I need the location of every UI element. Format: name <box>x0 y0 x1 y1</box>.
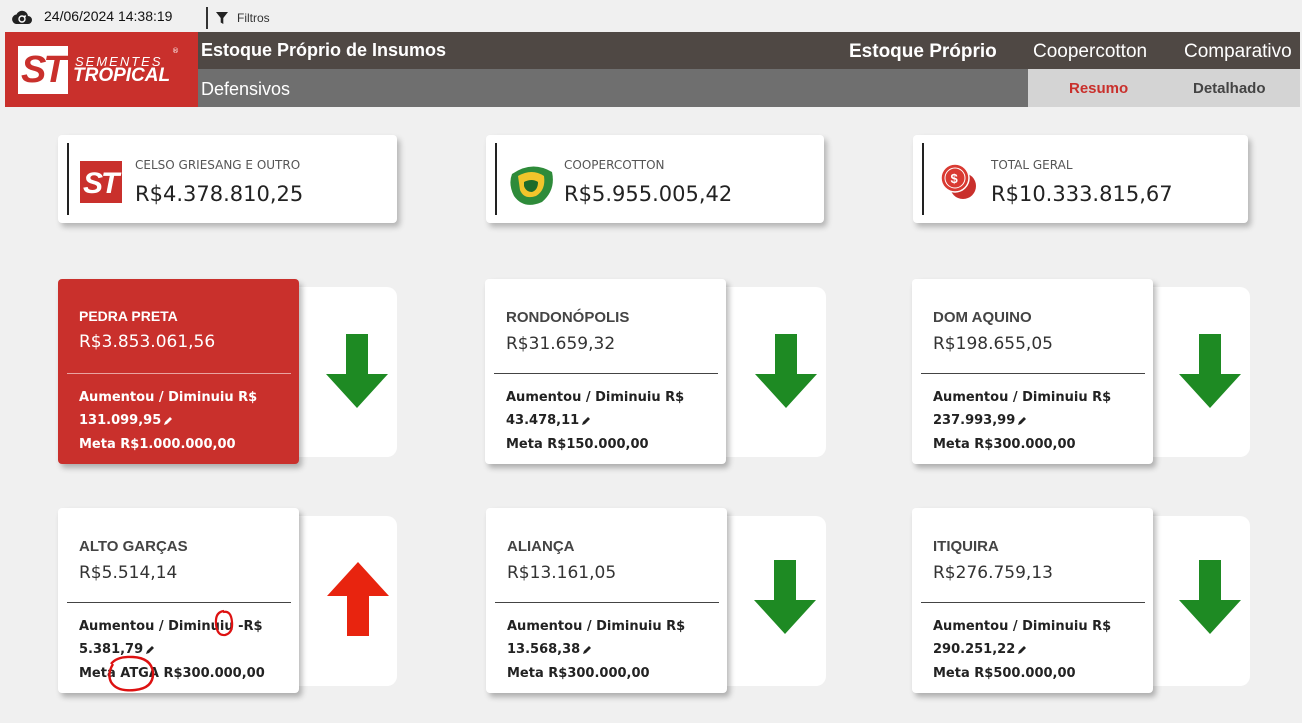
metric-card-alto-garcas[interactable]: ALTO GARÇAS R$5.514,14 Aumentou / Diminu… <box>58 508 299 693</box>
pencil-icon <box>583 645 592 654</box>
arrow-down-icon <box>755 334 817 408</box>
card-divider <box>921 602 1145 603</box>
metric-name: ITIQUIRA <box>933 538 999 555</box>
summary-card-total: $ TOTAL GERAL R$10.333.815,67 <box>913 135 1248 223</box>
change-label: Aumentou / Diminuiu R$ <box>79 390 258 405</box>
summary-card-coopercotton: COOPERCOTTON R$5.955.005,42 <box>486 135 824 223</box>
logo-registered: ® <box>172 47 179 55</box>
page-title: Estoque Próprio de Insumos <box>201 40 447 60</box>
metric-card-pedra-preta[interactable]: PEDRA PRETA R$3.853.061,56 Aumentou / Di… <box>58 279 299 464</box>
tab-detalhado[interactable]: Detalhado <box>1193 80 1266 97</box>
logo-mark-text: ST <box>21 49 67 91</box>
change-label: Aumentou / Diminuiu R$ <box>933 619 1112 634</box>
card-accent-bar <box>922 143 924 215</box>
subtab-bar: Resumo Detalhado <box>1028 69 1300 107</box>
change-value-row: 131.099,95 <box>79 413 173 428</box>
card-divider <box>494 373 718 374</box>
svg-text:ST: ST <box>83 167 122 200</box>
change-value-row: 43.478,11 <box>506 413 591 428</box>
change-value-row: 237.993,99 <box>933 413 1027 428</box>
metric-value: R$276.759,13 <box>933 563 1053 583</box>
logo-mark: ST <box>18 46 68 94</box>
nav-estoque-proprio[interactable]: Estoque Próprio <box>849 41 997 63</box>
goal: Meta R$150.000,00 <box>506 437 649 452</box>
pencil-icon <box>164 416 173 425</box>
metric-card-itiquira[interactable]: ITIQUIRA R$276.759,13 Aumentou / Diminui… <box>912 508 1153 693</box>
metric-value: R$3.853.061,56 <box>79 332 216 352</box>
change-value: 131.099,95 <box>79 413 162 428</box>
metric-card-rondonopolis[interactable]: RONDONÓPOLIS R$31.659,32 Aumentou / Dimi… <box>485 279 726 464</box>
change-label: Aumentou / Diminuiu -R$ <box>79 619 263 634</box>
st-logo-icon: ST <box>80 161 122 203</box>
change-value: 13.568,38 <box>507 642 581 657</box>
pencil-icon <box>1018 416 1027 425</box>
metric-name: PEDRA PRETA <box>79 308 178 324</box>
refresh-cloud-icon[interactable] <box>11 8 33 26</box>
card-divider <box>67 373 291 374</box>
metric-name: RONDONÓPOLIS <box>506 309 630 326</box>
summary-value: R$5.955.005,42 <box>564 182 733 206</box>
arrow-down-icon <box>326 334 388 408</box>
arrow-down-icon <box>1179 560 1241 634</box>
arrow-down-icon <box>1179 334 1241 408</box>
summary-label: COOPERCOTTON <box>564 158 665 172</box>
filters-button[interactable]: Filtros <box>237 11 270 25</box>
change-value-row: 290.251,22 <box>933 642 1027 657</box>
arrow-up-icon <box>327 562 389 636</box>
divider <box>206 7 208 29</box>
metric-value: R$31.659,32 <box>506 334 616 354</box>
change-label: Aumentou / Diminuiu R$ <box>506 390 685 405</box>
page-subtitle: Defensivos <box>201 79 291 99</box>
summary-label: CELSO GRIESANG E OUTRO <box>135 158 301 172</box>
change-value: 237.993,99 <box>933 413 1016 428</box>
tab-resumo[interactable]: Resumo <box>1069 80 1128 97</box>
goal: Meta R$1.000.000,00 <box>79 437 236 452</box>
card-divider <box>921 373 1145 374</box>
summary-label: TOTAL GERAL <box>991 158 1073 172</box>
metric-value: R$13.161,05 <box>507 563 617 583</box>
filter-icon[interactable] <box>215 11 229 25</box>
card-accent-bar <box>495 143 497 215</box>
change-value: 290.251,22 <box>933 642 1016 657</box>
metric-card-dom-aquino[interactable]: DOM AQUINO R$198.655,05 Aumentou / Dimin… <box>912 279 1153 464</box>
goal: Meta ATGA R$300.000,00 <box>79 666 265 681</box>
last-refresh-datetime: 24/06/2024 14:38:19 <box>44 8 173 24</box>
change-value: 5.381,79 <box>79 642 144 657</box>
change-value: 43.478,11 <box>506 413 580 428</box>
nav-coopercotton[interactable]: Coopercotton <box>1033 41 1147 63</box>
metric-card-alianca[interactable]: ALIANÇA R$13.161,05 Aumentou / Diminuiu … <box>486 508 727 693</box>
metric-value: R$198.655,05 <box>933 334 1053 354</box>
money-coins-icon: $ <box>940 163 976 199</box>
metric-name: ALTO GARÇAS <box>79 538 188 555</box>
metric-value: R$5.514,14 <box>79 563 178 583</box>
change-value-row: 13.568,38 <box>507 642 592 657</box>
coopercotton-logo-icon <box>510 166 553 205</box>
sementes-tropical-logo: ST SEMENTES TROPICAL ® <box>5 32 198 107</box>
card-divider <box>495 602 719 603</box>
goal: Meta R$300.000,00 <box>507 666 650 681</box>
pencil-icon <box>1018 645 1027 654</box>
summary-value: R$4.378.810,25 <box>135 182 304 206</box>
pencil-icon <box>146 645 155 654</box>
pencil-icon <box>582 416 591 425</box>
change-label: Aumentou / Diminuiu R$ <box>507 619 686 634</box>
logo-line2: TROPICAL <box>73 65 171 86</box>
change-label: Aumentou / Diminuiu R$ <box>933 390 1112 405</box>
card-accent-bar <box>67 143 69 215</box>
metric-name: DOM AQUINO <box>933 309 1032 326</box>
summary-card-celso: ST CELSO GRIESANG E OUTRO R$4.378.810,25 <box>58 135 397 223</box>
change-value-row: 5.381,79 <box>79 642 155 657</box>
goal: Meta R$500.000,00 <box>933 666 1076 681</box>
arrow-down-icon <box>754 560 816 634</box>
nav-comparativo[interactable]: Comparativo <box>1184 41 1292 63</box>
summary-value: R$10.333.815,67 <box>991 182 1173 206</box>
svg-text:$: $ <box>951 171 959 186</box>
goal: Meta R$300.000,00 <box>933 437 1076 452</box>
card-divider <box>67 602 291 603</box>
status-bar: 24/06/2024 14:38:19 Filtros <box>0 0 1302 32</box>
metric-name: ALIANÇA <box>507 538 575 555</box>
